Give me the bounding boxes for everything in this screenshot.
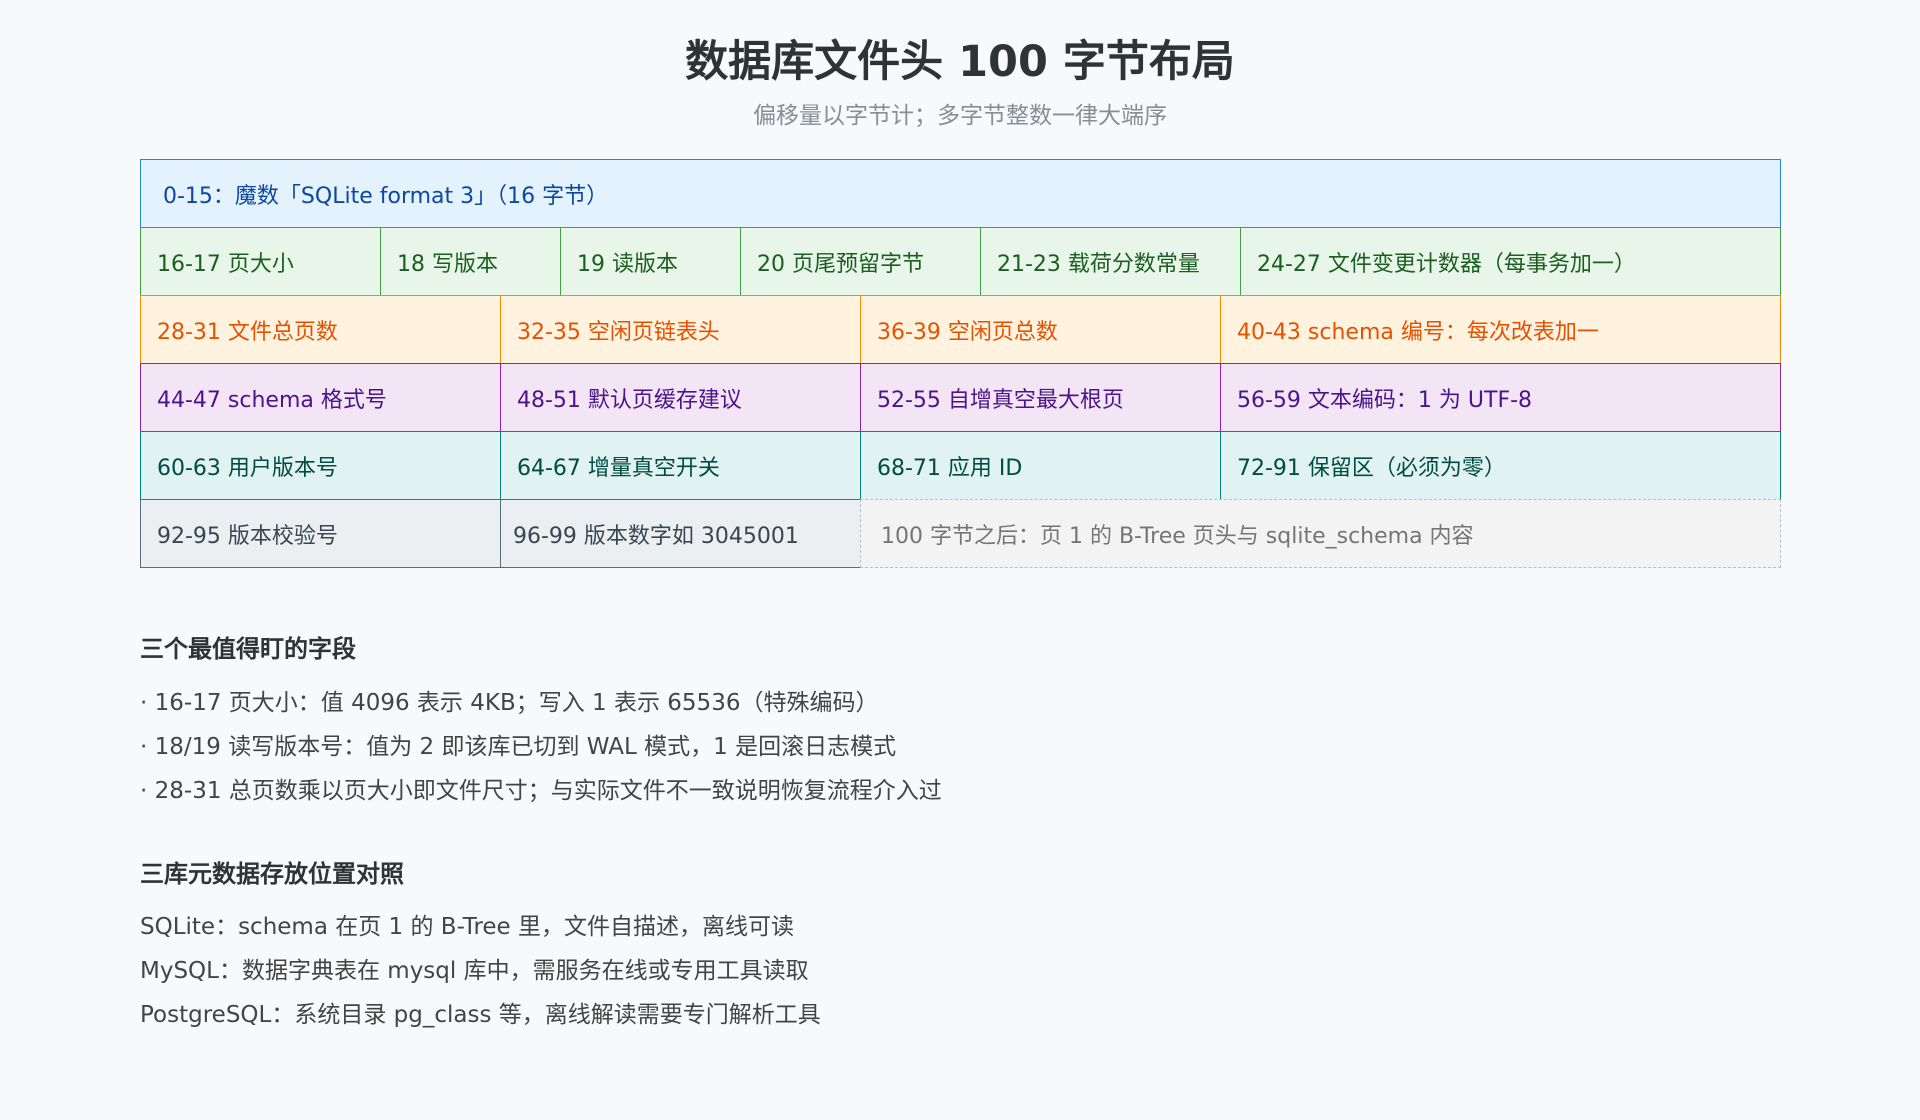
cell-reserved-area: 72-91 保留区（必须为零） bbox=[1220, 431, 1781, 500]
cell-vacuum-root: 52-55 自增真空最大根页 bbox=[860, 363, 1221, 432]
cell-schema-format: 44-47 schema 格式号 bbox=[140, 363, 501, 432]
cell-freelist-count: 36-39 空闲页总数 bbox=[860, 295, 1221, 364]
comparison-postgresql: PostgreSQL：系统目录 pg_class 等，离线解读需要专门解析工具 bbox=[140, 1002, 821, 1028]
fields-heading: 三个最值得盯的字段 bbox=[140, 635, 356, 663]
field-note-3: · 28-31 总页数乘以页大小即文件尺寸；与实际文件不一致说明恢复流程介入过 bbox=[140, 778, 942, 804]
field-note-1: · 16-17 页大小：值 4096 表示 4KB；写入 1 表示 65536（… bbox=[140, 690, 879, 716]
cell-application-id: 68-71 应用 ID bbox=[860, 431, 1221, 500]
cell-magic-string: 0-15：魔数「SQLite format 3」（16 字节） bbox=[140, 159, 1781, 228]
cell-page-size: 16-17 页大小 bbox=[140, 227, 381, 296]
cell-user-version: 60-63 用户版本号 bbox=[140, 431, 501, 500]
comparison-sqlite: SQLite：schema 在页 1 的 B-Tree 里，文件自描述，离线可读 bbox=[140, 914, 795, 940]
comparison-mysql: MySQL：数据字典表在 mysql 库中，需服务在线或专用工具读取 bbox=[140, 958, 809, 984]
cell-reserved-bytes: 20 页尾预留字节 bbox=[740, 227, 981, 296]
field-note-2: · 18/19 读写版本号：值为 2 即该库已切到 WAL 模式，1 是回滚日志… bbox=[140, 734, 897, 760]
cell-page-count: 28-31 文件总页数 bbox=[140, 295, 501, 364]
page-title: 数据库文件头 100 字节布局 bbox=[685, 37, 1235, 87]
cell-freelist-head: 32-35 空闲页链表头 bbox=[500, 295, 861, 364]
cell-incremental-vacuum: 64-67 增量真空开关 bbox=[500, 431, 861, 500]
cell-payload-fractions: 21-23 载荷分数常量 bbox=[980, 227, 1241, 296]
comparison-heading: 三库元数据存放位置对照 bbox=[140, 860, 404, 888]
cell-cache-size: 48-51 默认页缓存建议 bbox=[500, 363, 861, 432]
cell-text-encoding: 56-59 文本编码：1 为 UTF-8 bbox=[1220, 363, 1781, 432]
cell-after-header: 100 字节之后：页 1 的 B-Tree 页头与 sqlite_schema … bbox=[860, 499, 1781, 568]
cell-schema-cookie: 40-43 schema 编号：每次改表加一 bbox=[1220, 295, 1781, 364]
cell-change-counter: 24-27 文件变更计数器（每事务加一） bbox=[1240, 227, 1781, 296]
cell-version-number: 96-99 版本数字如 3045001 bbox=[500, 499, 861, 568]
cell-read-version: 19 读版本 bbox=[560, 227, 741, 296]
cell-version-valid-for: 92-95 版本校验号 bbox=[140, 499, 501, 568]
page-subtitle: 偏移量以字节计；多字节整数一律大端序 bbox=[753, 103, 1167, 129]
header-layout-grid: 0-15：魔数「SQLite format 3」（16 字节） 16-17 页大… bbox=[140, 159, 1781, 568]
cell-write-version: 18 写版本 bbox=[380, 227, 561, 296]
